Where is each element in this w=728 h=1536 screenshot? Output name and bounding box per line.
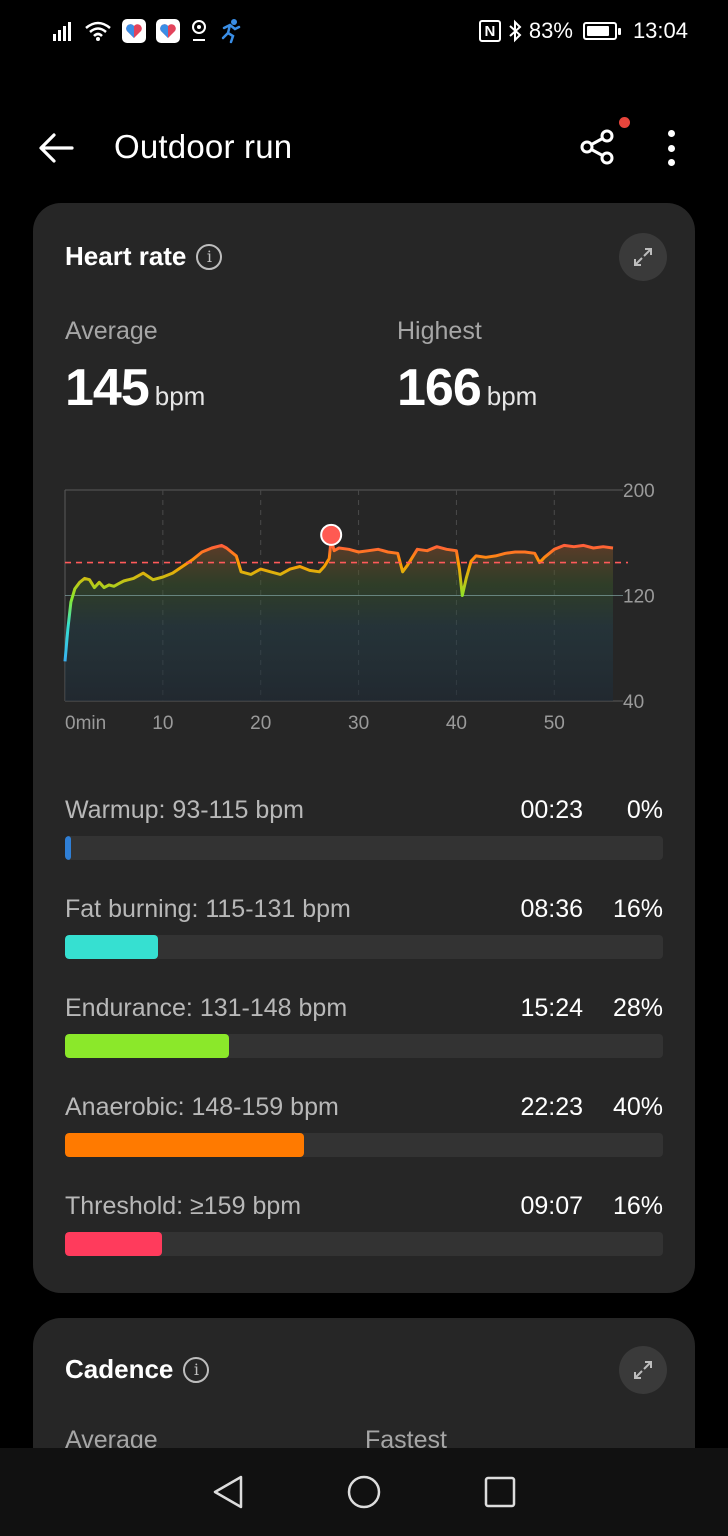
notification-dot	[619, 117, 630, 128]
expand-button[interactable]	[619, 233, 667, 281]
x-tick-label: 10	[152, 713, 173, 734]
zone-row: Endurance: 131-148 bpm 15:24 28%	[65, 994, 663, 1074]
health-app-icon	[122, 19, 146, 43]
average-unit: bpm	[154, 381, 206, 411]
zone-row: Anaerobic: 148-159 bpm 22:23 40%	[65, 1093, 663, 1173]
info-icon[interactable]: i	[183, 1356, 210, 1383]
x-tick-label: 40	[446, 713, 467, 734]
triangle-back-icon	[213, 1475, 243, 1509]
y-tick-label: 120	[623, 587, 655, 608]
more-vertical-icon	[667, 130, 675, 137]
zone-label: Warmup: 93-115 bpm	[65, 796, 304, 824]
zone-percent: 28%	[612, 994, 663, 1022]
highest-label: Highest	[397, 317, 482, 345]
battery-level	[586, 26, 609, 36]
heart-rate-title: Heart rate i	[65, 241, 223, 272]
y-tick-label: 200	[623, 481, 655, 502]
expand-icon	[634, 248, 652, 266]
x-tick-label: 0min	[65, 713, 106, 734]
health-app-icon-2	[156, 19, 180, 43]
average-value: 145	[65, 359, 150, 417]
nav-back-button[interactable]	[206, 1470, 250, 1514]
zone-bar-track	[65, 1034, 663, 1058]
highest-stat: Highest 166 bpm	[397, 317, 537, 418]
card-title-text: Heart rate	[65, 241, 187, 271]
info-icon[interactable]: i	[196, 243, 223, 270]
circle-home-icon	[347, 1475, 381, 1509]
system-navigation-bar	[0, 1448, 728, 1536]
zone-time: 08:36	[520, 895, 583, 923]
average-label: Average	[65, 317, 158, 345]
more-dot	[667, 144, 675, 152]
zone-row: Threshold: ≥159 bpm 09:07 16%	[65, 1192, 663, 1272]
zone-time: 15:24	[520, 994, 583, 1022]
square-recents-icon	[484, 1476, 516, 1508]
status-left-icons	[52, 16, 244, 46]
card-title-text: Cadence	[65, 1354, 174, 1384]
zone-time: 22:23	[520, 1093, 583, 1121]
zone-bar-fill	[65, 1133, 305, 1157]
share-icon	[580, 129, 614, 165]
zone-bar-fill	[65, 1034, 230, 1058]
zone-percent: 40%	[612, 1093, 663, 1121]
average-value-group: 145 bpm	[65, 358, 205, 418]
zone-label: Anaerobic: 148-159 bpm	[65, 1093, 339, 1121]
zone-label: Endurance: 131-148 bpm	[65, 994, 348, 1022]
zone-bar-fill	[65, 1232, 163, 1256]
zone-label: Threshold: ≥159 bpm	[65, 1192, 302, 1220]
zone-bar-track	[65, 836, 663, 860]
zone-percent: 16%	[612, 895, 663, 923]
back-button[interactable]	[34, 126, 78, 170]
highest-marker	[320, 523, 343, 546]
x-tick-label: 30	[348, 713, 369, 734]
nav-home-button[interactable]	[342, 1470, 386, 1514]
heart-rate-card: Heart rate i Average 145 bpm Highest 166…	[33, 203, 695, 1293]
highest-value: 166	[397, 359, 482, 417]
zone-row: Warmup: 93-115 bpm 00:23 0%	[65, 796, 663, 876]
cadence-title: Cadence i	[65, 1354, 210, 1385]
expand-button[interactable]	[619, 1346, 667, 1394]
signal-icon	[53, 22, 71, 41]
location-icon	[192, 20, 206, 41]
status-right-icons: N 83% 13:04	[478, 16, 688, 46]
zone-bar-fill	[65, 836, 71, 860]
clock: 13:04	[632, 18, 688, 43]
wifi-icon	[85, 21, 111, 41]
zone-time: 00:23	[520, 796, 583, 824]
zone-percent: 16%	[612, 1192, 663, 1220]
arrow-left-icon	[39, 133, 74, 163]
status-bar: N 83% 13:04	[0, 0, 728, 64]
x-tick-label: 20	[250, 713, 271, 734]
zone-bar-track	[65, 1232, 663, 1256]
nav-recents-button[interactable]	[478, 1470, 522, 1514]
highest-value-group: 166 bpm	[397, 358, 537, 418]
more-options-button[interactable]	[658, 126, 684, 170]
zone-bar-track	[65, 935, 663, 959]
more-dot	[667, 159, 675, 166]
heart-rate-chart[interactable]: 200 120 40 0min 10 20 30 40 50	[33, 473, 695, 743]
bluetooth-icon	[509, 19, 522, 43]
zone-bar-track	[65, 1133, 663, 1157]
share-button[interactable]	[574, 122, 624, 172]
battery-icon	[582, 22, 621, 40]
page-title: Outdoor run	[114, 128, 293, 165]
highest-unit: bpm	[486, 381, 538, 411]
average-stat: Average 145 bpm	[65, 317, 205, 418]
zone-time: 09:07	[520, 1192, 583, 1220]
zone-label: Fat burning: 115-131 bpm	[65, 895, 351, 923]
zone-percent: 0%	[626, 796, 663, 824]
x-tick-label: 50	[544, 713, 565, 734]
zone-row: Fat burning: 115-131 bpm 08:36 16%	[65, 895, 663, 975]
battery-percent: 83%	[528, 18, 573, 43]
zone-bar-fill	[65, 935, 158, 959]
y-tick-label: 40	[623, 692, 644, 713]
expand-icon	[634, 1361, 652, 1379]
running-icon	[221, 19, 241, 44]
nfc-icon: N	[478, 20, 501, 42]
